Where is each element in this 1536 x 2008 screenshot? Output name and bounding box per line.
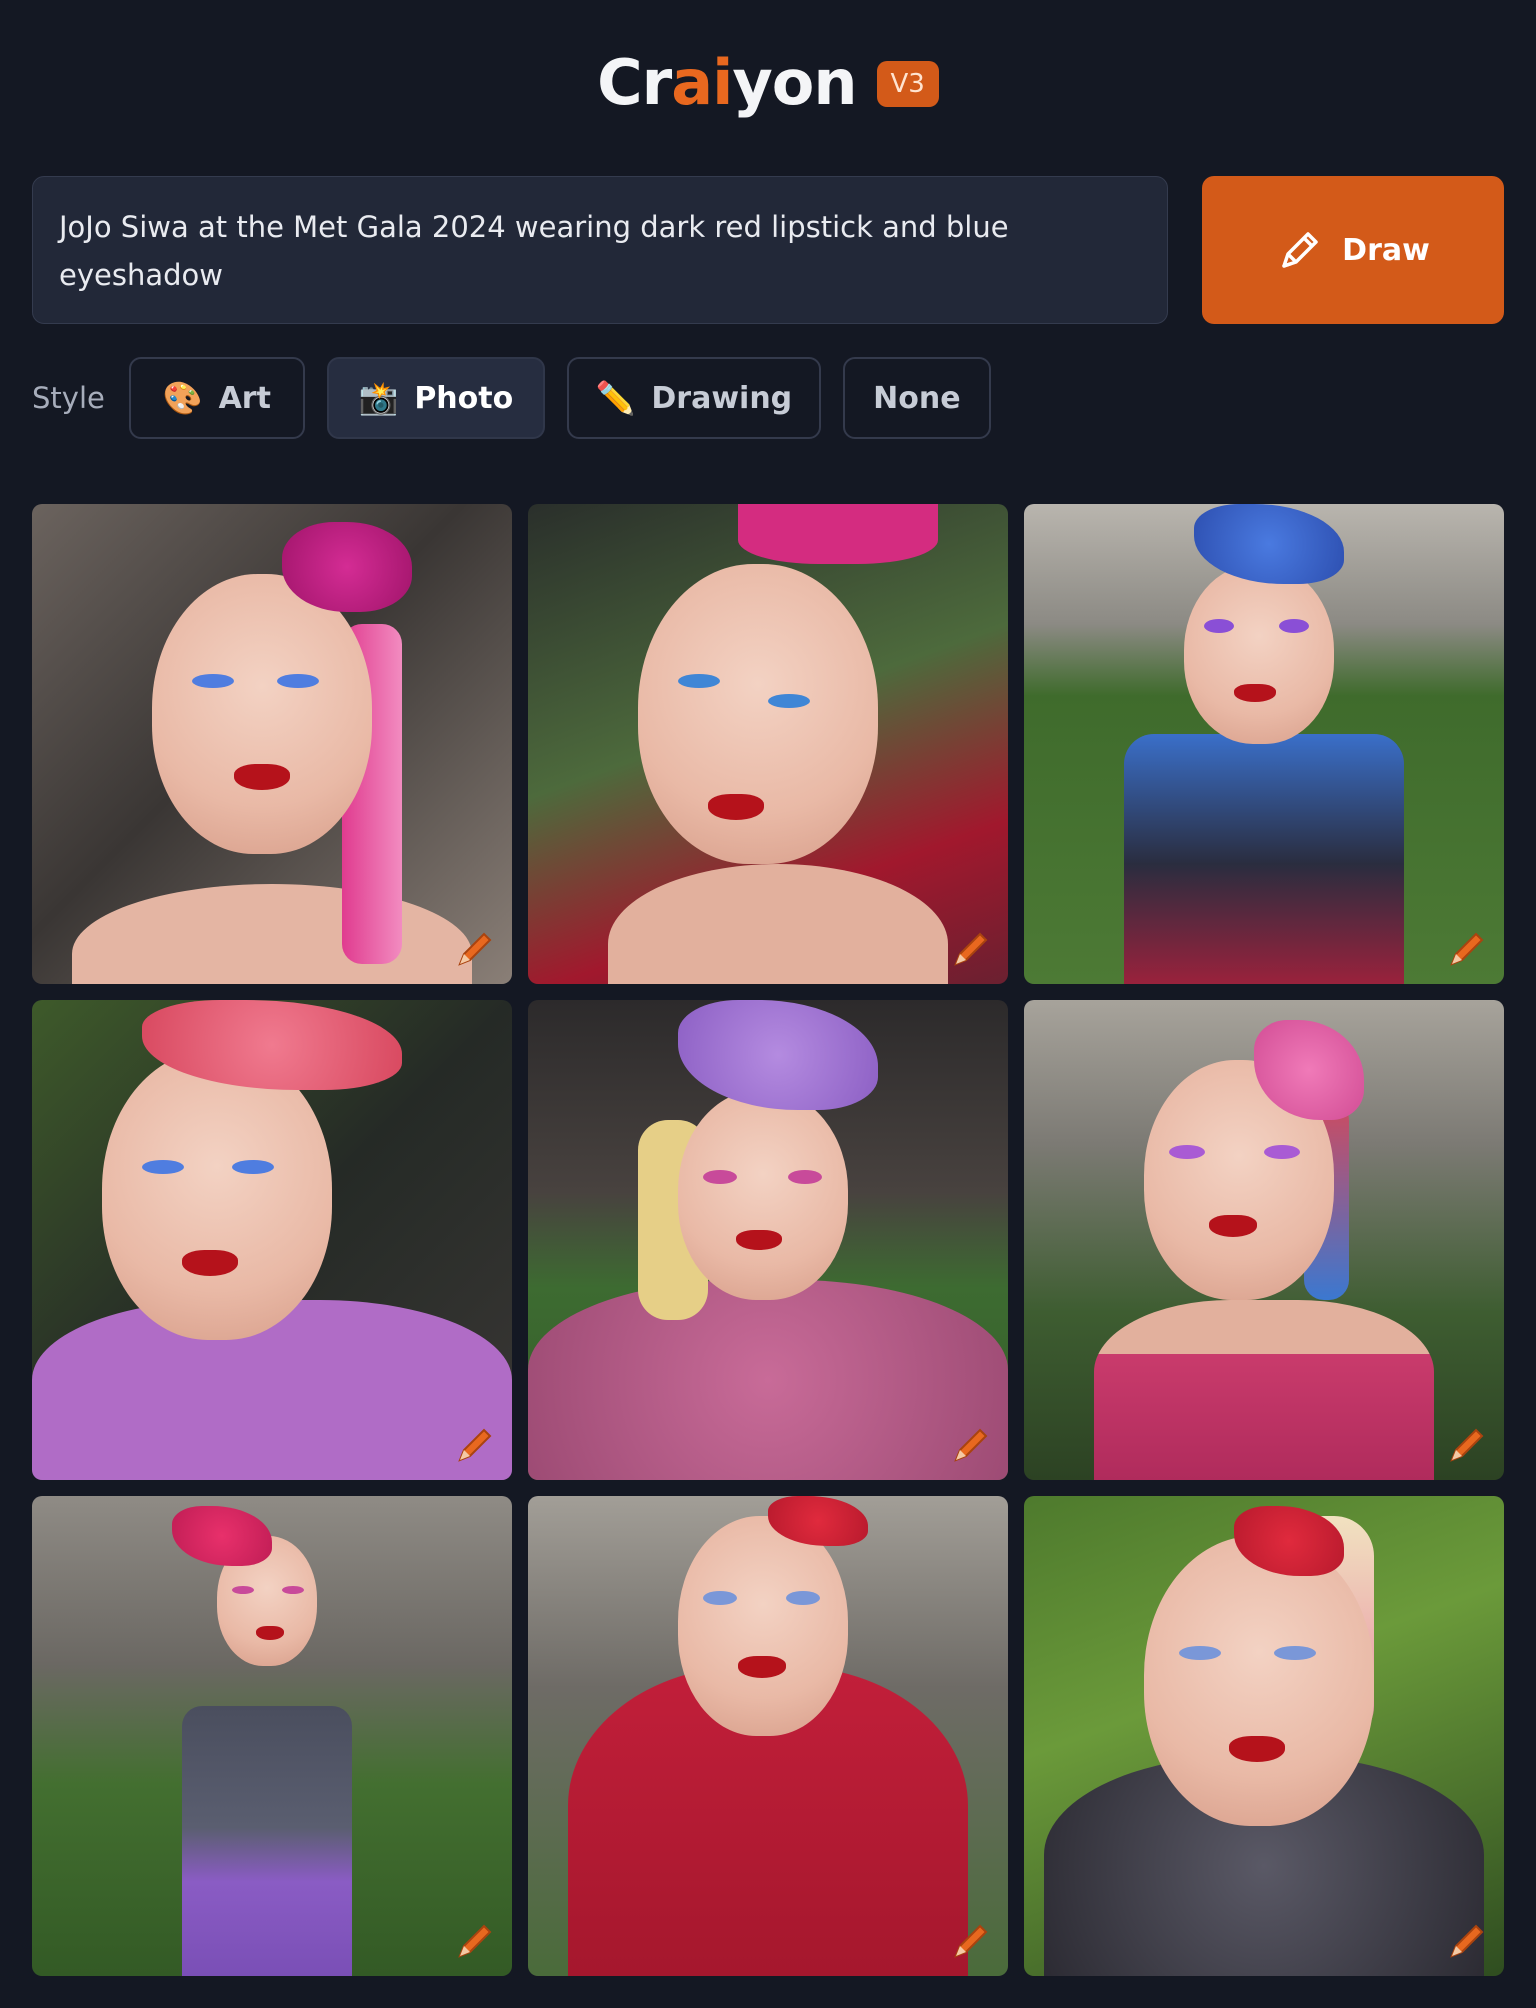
edit-pencil-icon[interactable] bbox=[454, 1422, 498, 1466]
style-option-drawing[interactable]: ✏️ Drawing bbox=[566, 357, 821, 439]
edit-pencil-icon[interactable] bbox=[454, 926, 498, 970]
result-image[interactable] bbox=[1024, 504, 1504, 984]
results-grid bbox=[32, 504, 1504, 1976]
style-selector: Style 🎨 Art 📸 Photo ✏️ Drawing None bbox=[32, 356, 1013, 440]
style-option-none[interactable]: None bbox=[842, 357, 991, 439]
logo-text-part1: Cr bbox=[597, 45, 672, 119]
header: Cr ai yon V3 bbox=[0, 40, 1536, 124]
pencil-icon bbox=[1282, 232, 1318, 268]
pencil-icon: ✏️ bbox=[595, 379, 636, 417]
draw-button-label: Draw bbox=[1342, 232, 1430, 268]
camera-icon: 📸 bbox=[358, 379, 399, 417]
result-image[interactable] bbox=[528, 504, 1008, 984]
logo-text-part3: yon bbox=[732, 45, 857, 119]
style-option-label: None bbox=[873, 380, 961, 416]
version-badge: V3 bbox=[876, 61, 939, 107]
result-image[interactable] bbox=[32, 1000, 512, 1480]
result-image[interactable] bbox=[528, 1000, 1008, 1480]
style-option-art[interactable]: 🎨 Art bbox=[128, 357, 305, 439]
style-option-photo[interactable]: 📸 Photo bbox=[326, 357, 545, 439]
edit-pencil-icon[interactable] bbox=[950, 1422, 994, 1466]
prompt-input[interactable]: JoJo Siwa at the Met Gala 2024 wearing d… bbox=[32, 176, 1168, 324]
style-label: Style bbox=[32, 381, 105, 415]
result-image[interactable] bbox=[1024, 1496, 1504, 1976]
result-image[interactable] bbox=[528, 1496, 1008, 1976]
edit-pencil-icon[interactable] bbox=[454, 1918, 498, 1962]
palette-icon: 🎨 bbox=[162, 379, 203, 417]
result-image[interactable] bbox=[1024, 1000, 1504, 1480]
edit-pencil-icon[interactable] bbox=[1446, 926, 1490, 970]
result-image[interactable] bbox=[32, 1496, 512, 1976]
style-option-label: Drawing bbox=[651, 380, 793, 416]
edit-pencil-icon[interactable] bbox=[950, 926, 994, 970]
result-image[interactable] bbox=[32, 504, 512, 984]
style-option-label: Photo bbox=[414, 380, 514, 416]
logo-text-accent: ai bbox=[671, 45, 733, 119]
style-option-label: Art bbox=[218, 380, 271, 416]
edit-pencil-icon[interactable] bbox=[1446, 1918, 1490, 1962]
edit-pencil-icon[interactable] bbox=[1446, 1422, 1490, 1466]
craiyon-logo[interactable]: Cr ai yon bbox=[597, 45, 857, 119]
edit-pencil-icon[interactable] bbox=[950, 1918, 994, 1962]
draw-button[interactable]: Draw bbox=[1202, 176, 1504, 324]
